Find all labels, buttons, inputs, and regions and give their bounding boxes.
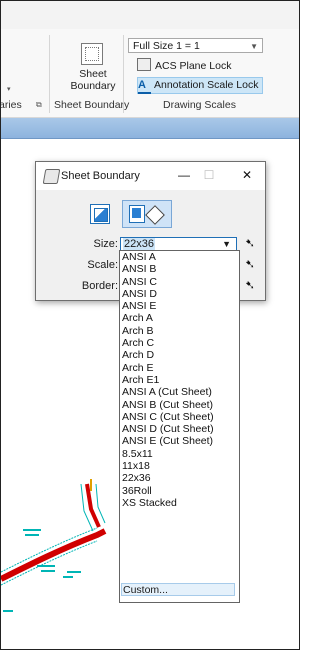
size-option-custom[interactable]: Custom...	[121, 583, 235, 596]
size-option[interactable]: 11x18	[120, 460, 239, 472]
dialog-title-bar[interactable]: Sheet Boundary — ☐ ✕	[36, 162, 265, 190]
ribbon-dropdown-arrow[interactable]: ▾	[7, 85, 11, 93]
drawing-scale-value: Full Size 1 = 1	[133, 40, 200, 52]
sheet-boundary-dialog-icon	[42, 169, 61, 184]
size-option[interactable]: Arch C	[120, 337, 239, 349]
size-option[interactable]: ANSI A (Cut Sheet)	[120, 386, 239, 398]
application-window: ▾ aries ⧉ Sheet Boundary Sheet Boundary …	[0, 0, 300, 650]
size-option[interactable]: XS Stacked	[120, 497, 239, 509]
chevron-down-icon[interactable]: ▼	[250, 39, 258, 54]
sheet-boundary-group-label: Sheet Boundary	[54, 99, 130, 111]
size-option[interactable]: ANSI C (Cut Sheet)	[120, 411, 239, 423]
acs-plane-lock-icon	[137, 58, 151, 71]
title-strip	[1, 1, 299, 30]
size-option[interactable]: ANSI A	[120, 251, 239, 263]
modify-sheet-tool-button[interactable]	[122, 200, 172, 228]
size-option[interactable]: Arch E	[120, 362, 239, 374]
ribbon: ▾ aries ⧉ Sheet Boundary Sheet Boundary …	[1, 29, 299, 118]
view-tab-bar	[1, 118, 299, 139]
acs-plane-lock-label: ACS Plane Lock	[155, 60, 232, 72]
size-option[interactable]: ANSI E (Cut Sheet)	[120, 435, 239, 447]
dialog-title: Sheet Boundary	[61, 170, 140, 182]
size-option[interactable]: ANSI B (Cut Sheet)	[120, 399, 239, 411]
size-option[interactable]: ANSI B	[120, 263, 239, 275]
size-option[interactable]: 22x36	[120, 472, 239, 484]
annotation-scale-lock-label: Annotation Scale Lock	[154, 79, 259, 91]
annotation-scale-lock-icon: A	[138, 80, 151, 94]
place-boundary-icon	[129, 205, 145, 223]
place-sheet-tool-button[interactable]	[90, 204, 110, 224]
close-button[interactable]: ✕	[237, 166, 257, 184]
rotate-boundary-icon	[145, 205, 165, 225]
drawing-scale-combo[interactable]: Full Size 1 = 1 ▼	[128, 38, 263, 53]
road-cyan-branch	[95, 483, 106, 524]
size-option[interactable]: Arch D	[120, 349, 239, 361]
maximize-button[interactable]: ☐	[199, 166, 219, 184]
size-option[interactable]: Arch B	[120, 325, 239, 337]
scale-label: Scale:	[87, 259, 118, 271]
ribbon-separator	[49, 35, 50, 113]
size-options: ANSI A ANSI B ANSI C ANSI D ANSI E Arch A Arch…	[120, 251, 239, 509]
sheet-boundary-button-line1: Sheet	[79, 68, 107, 80]
ribbon-separator	[123, 35, 124, 113]
pick-arrow-icon[interactable]: ➷	[245, 236, 255, 250]
sheet-boundary-icon[interactable]	[81, 43, 103, 65]
size-option[interactable]: ANSI D (Cut Sheet)	[120, 423, 239, 435]
sheet-boundary-button-line2: Boundary	[70, 80, 116, 92]
size-option[interactable]: 36Roll	[120, 485, 239, 497]
size-option[interactable]: ANSI D	[120, 288, 239, 300]
attributes-group-label: aries	[0, 99, 22, 111]
size-dropdown-list[interactable]: ANSI A ANSI B ANSI C ANSI D ANSI E Arch A Arch…	[119, 250, 240, 603]
drawing-scales-group-label: Drawing Scales	[163, 99, 236, 111]
acs-plane-lock-toggle[interactable]: ACS Plane Lock	[137, 58, 231, 73]
annotation-scale-lock-toggle[interactable]: A Annotation Scale Lock	[137, 77, 263, 94]
size-option[interactable]: ANSI C	[120, 276, 239, 288]
size-select-value: 22x36	[123, 238, 155, 250]
pick-arrow-icon[interactable]: ➷	[245, 257, 255, 271]
size-option[interactable]: Arch E1	[120, 374, 239, 386]
size-option[interactable]: Arch A	[120, 312, 239, 324]
size-label: Size:	[93, 238, 118, 250]
group-launcher-icon[interactable]: ⧉	[36, 100, 42, 110]
sheet-boundary-button[interactable]: Sheet Boundary	[67, 68, 119, 92]
border-label: Border:	[81, 280, 118, 292]
size-option[interactable]: 8.5x11	[120, 448, 239, 460]
road-cyan-edge	[1, 540, 98, 586]
pick-arrow-icon[interactable]: ➷	[245, 278, 255, 292]
minimize-button[interactable]: —	[174, 166, 194, 184]
size-option[interactable]: ANSI E	[120, 300, 239, 312]
